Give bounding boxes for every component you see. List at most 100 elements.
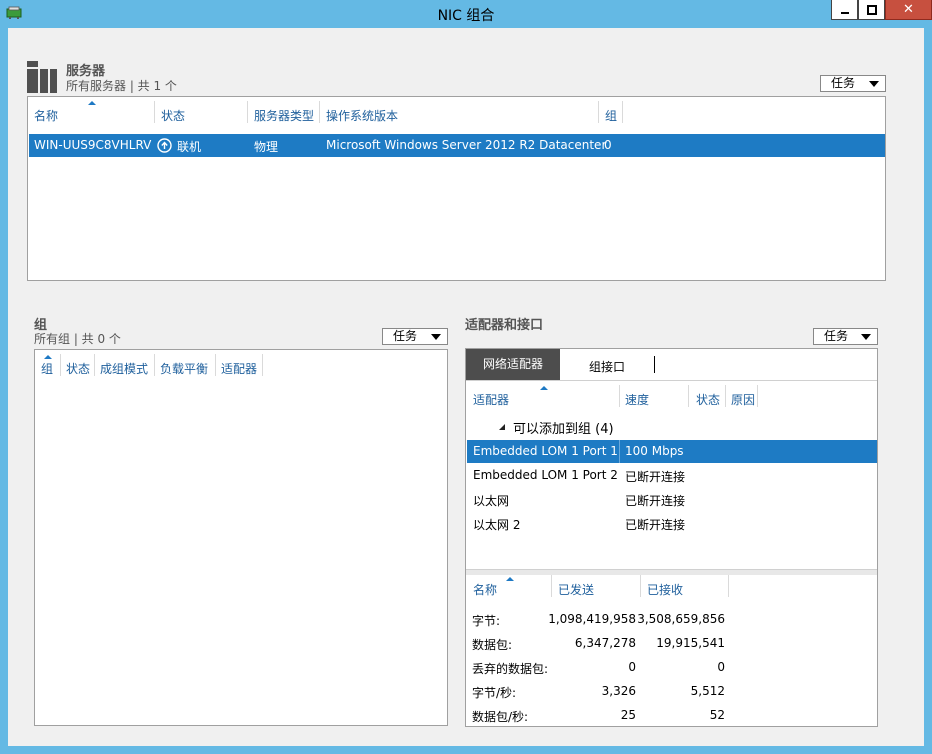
adapter-speed: 已断开连接 bbox=[625, 494, 686, 508]
title-bar: NIC 组合 ✕ bbox=[0, 0, 932, 28]
column-header-name[interactable]: 名称 bbox=[34, 107, 58, 124]
stat-label: 字节/秒: bbox=[472, 686, 517, 700]
server-status: 联机 bbox=[177, 140, 202, 154]
server-icon bbox=[27, 61, 57, 93]
stat-label: 字节: bbox=[472, 614, 501, 628]
groups-table: 组 状态 成组模式 负载平衡 适配器 bbox=[34, 349, 448, 726]
list-item[interactable]: Embedded LOM 1 Port 2 已断开连接 bbox=[467, 464, 877, 487]
column-header-state[interactable]: 状态 bbox=[696, 391, 720, 408]
stat-received: 19,915,541 bbox=[656, 636, 725, 650]
column-header-name[interactable]: 名称 bbox=[473, 581, 497, 598]
server-group-count: 0 bbox=[604, 138, 612, 152]
stat-label: 数据包: bbox=[472, 638, 513, 652]
adapter-speed: 100 Mbps bbox=[625, 444, 684, 458]
pane-splitter[interactable] bbox=[466, 569, 877, 575]
adapter-name: Embedded LOM 1 Port 1 bbox=[473, 444, 618, 458]
column-divider[interactable] bbox=[154, 354, 155, 376]
column-header-sent[interactable]: 已发送 bbox=[558, 581, 594, 598]
stat-sent: 3,326 bbox=[601, 684, 636, 698]
stat-sent: 0 bbox=[628, 660, 636, 674]
column-divider[interactable] bbox=[728, 575, 729, 597]
stat-sent: 25 bbox=[620, 708, 636, 722]
column-header-status[interactable]: 状态 bbox=[161, 107, 185, 124]
servers-subtitle: 所有服务器 | 共 1 个 bbox=[66, 79, 177, 93]
maximize-button[interactable] bbox=[858, 0, 885, 20]
servers-tasks-button[interactable]: 任务 bbox=[820, 75, 886, 92]
server-os: Microsoft Windows Server 2012 R2 Datacen… bbox=[326, 138, 607, 152]
column-divider[interactable] bbox=[319, 101, 320, 123]
adapters-tasks-button[interactable]: 任务 bbox=[813, 328, 878, 345]
column-header-os-version[interactable]: 操作系统版本 bbox=[326, 107, 398, 124]
tasks-label: 任务 bbox=[824, 329, 849, 343]
maximize-icon bbox=[866, 4, 877, 15]
sort-ascending-icon bbox=[88, 101, 96, 105]
adapter-name: Embedded LOM 1 Port 2 bbox=[473, 468, 618, 482]
column-header-server-type[interactable]: 服务器类型 bbox=[254, 107, 314, 124]
stat-sent: 6,347,278 bbox=[574, 636, 636, 650]
column-divider[interactable] bbox=[262, 354, 263, 376]
column-divider[interactable] bbox=[60, 354, 61, 376]
list-item[interactable]: Embedded LOM 1 Port 1 100 Mbps bbox=[467, 440, 877, 463]
groups-subtitle: 所有组 | 共 0 个 bbox=[34, 332, 121, 346]
column-header-adapters[interactable]: 适配器 bbox=[221, 360, 257, 377]
chevron-down-icon bbox=[869, 81, 879, 87]
column-header-received[interactable]: 已接收 bbox=[647, 581, 683, 598]
column-divider[interactable] bbox=[247, 101, 248, 123]
adapters-panel: 网络适配器 组接口 适配器 速度 状态 原因 可以添加到组 (4) Embedd… bbox=[465, 348, 878, 727]
column-divider[interactable] bbox=[598, 101, 599, 123]
column-header-status[interactable]: 状态 bbox=[66, 360, 90, 377]
adapter-group-label: 可以添加到组 (4) bbox=[513, 422, 614, 437]
sort-ascending-icon bbox=[44, 355, 52, 359]
column-divider[interactable] bbox=[94, 354, 95, 376]
column-divider[interactable] bbox=[688, 385, 689, 407]
window-title: NIC 组合 bbox=[437, 8, 495, 24]
server-name: WIN-UUS9C8VHLRV bbox=[34, 138, 152, 152]
stat-received: 3,508,659,856 bbox=[637, 612, 725, 626]
tasks-label: 任务 bbox=[393, 329, 418, 343]
table-row[interactable]: WIN-UUS9C8VHLRV 联机 物理 Microsoft Windows … bbox=[29, 134, 885, 157]
column-header-group[interactable]: 组 bbox=[605, 107, 617, 124]
stat-received: 0 bbox=[717, 660, 725, 674]
column-divider[interactable] bbox=[619, 385, 620, 407]
column-divider[interactable] bbox=[640, 575, 641, 597]
adapter-speed: 已断开连接 bbox=[625, 518, 686, 532]
column-header-reason[interactable]: 原因 bbox=[731, 391, 755, 408]
sort-ascending-icon bbox=[540, 386, 548, 390]
adapter-name: 以太网 2 bbox=[473, 518, 521, 532]
column-divider[interactable] bbox=[154, 101, 155, 123]
list-item[interactable]: 以太网 2 已断开连接 bbox=[467, 512, 877, 535]
adapters-title: 适配器和接口 bbox=[465, 318, 544, 333]
minimize-button[interactable] bbox=[831, 0, 858, 20]
online-status-icon bbox=[157, 138, 172, 153]
adapter-group-header[interactable]: 可以添加到组 (4) bbox=[466, 415, 877, 437]
list-item[interactable]: 以太网 已断开连接 bbox=[467, 488, 877, 511]
tasks-label: 任务 bbox=[831, 76, 856, 90]
column-divider[interactable] bbox=[725, 385, 726, 407]
stat-sent: 1,098,419,958 bbox=[548, 612, 636, 626]
column-header-teaming-mode[interactable]: 成组模式 bbox=[100, 360, 148, 377]
server-type: 物理 bbox=[254, 140, 279, 154]
column-divider[interactable] bbox=[757, 385, 758, 407]
column-header-load-balancing[interactable]: 负载平衡 bbox=[160, 360, 208, 377]
adapter-name: 以太网 bbox=[473, 494, 510, 508]
stat-received: 5,512 bbox=[690, 684, 725, 698]
column-header-group[interactable]: 组 bbox=[41, 360, 53, 377]
sort-ascending-icon bbox=[506, 577, 514, 581]
tab-team-interfaces[interactable]: 组接口 bbox=[589, 358, 625, 375]
stat-label: 数据包/秒: bbox=[472, 710, 529, 724]
column-divider[interactable] bbox=[622, 101, 623, 123]
column-divider[interactable] bbox=[551, 575, 552, 597]
collapse-triangle-icon[interactable] bbox=[498, 423, 506, 431]
chevron-down-icon bbox=[431, 334, 441, 340]
column-header-speed[interactable]: 速度 bbox=[625, 391, 649, 408]
servers-table: 名称 状态 服务器类型 操作系统版本 组 WIN-UUS9C8VHLRV 联机 … bbox=[27, 96, 886, 281]
column-header-adapter[interactable]: 适配器 bbox=[473, 391, 509, 408]
close-button[interactable]: ✕ bbox=[885, 0, 932, 20]
cell-divider bbox=[619, 440, 620, 463]
column-divider[interactable] bbox=[215, 354, 216, 376]
groups-tasks-button[interactable]: 任务 bbox=[382, 328, 448, 345]
tab-underline bbox=[466, 380, 877, 381]
stat-label: 丢弃的数据包: bbox=[472, 662, 549, 676]
tab-network-adapters[interactable]: 网络适配器 bbox=[466, 349, 560, 380]
stat-received: 52 bbox=[709, 708, 725, 722]
